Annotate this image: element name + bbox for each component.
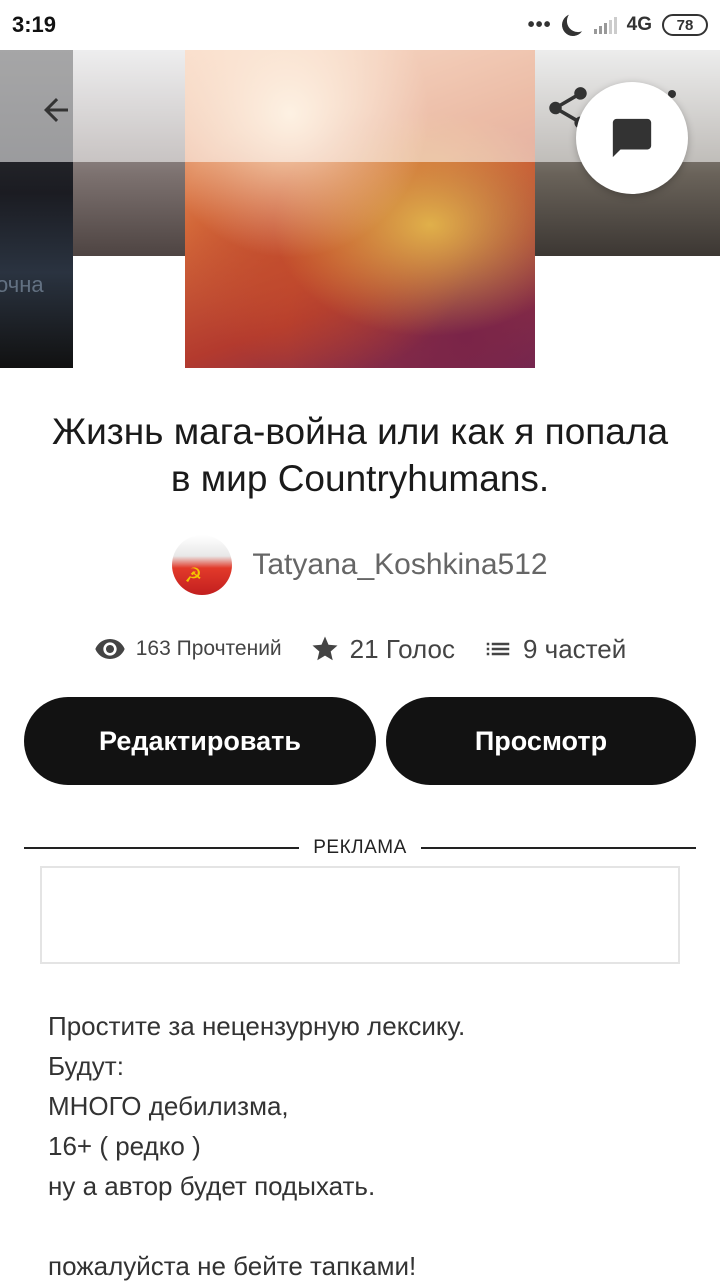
ad-divider: РЕКЛАМА bbox=[24, 834, 696, 862]
notification-dots-icon: ••• bbox=[527, 13, 552, 36]
description-line: пожалуйста не бейте тапками! bbox=[48, 1251, 417, 1281]
story-title: Жизнь мага-война или как я попала в мир … bbox=[51, 411, 669, 499]
description-line: Будут: bbox=[48, 1051, 124, 1081]
parts-stat: 9 частей bbox=[483, 634, 626, 665]
arrow-back-icon bbox=[44, 98, 68, 122]
comments-fab-button[interactable] bbox=[576, 82, 688, 194]
story-description: Простите за нецензурную лексику. Будут: … bbox=[48, 1006, 688, 1286]
eye-icon bbox=[95, 639, 125, 659]
description-line bbox=[48, 1206, 688, 1246]
description-line: Простите за нецензурную лексику. bbox=[48, 1011, 466, 1041]
votes-count: 21 Голос bbox=[349, 633, 455, 664]
divider-line bbox=[420, 847, 696, 849]
ad-label: РЕКЛАМА bbox=[313, 837, 407, 858]
edit-button[interactable]: Редактировать bbox=[24, 697, 376, 785]
signal-icon bbox=[593, 16, 617, 34]
description-line: 16+ ( редко ) bbox=[48, 1131, 201, 1161]
author-row[interactable]: ☭ Tatyana_Koshkina512 bbox=[0, 534, 720, 596]
status-bar: 3:19 ••• 4G 78 bbox=[0, 0, 720, 50]
author-avatar[interactable]: ☭ bbox=[172, 535, 233, 595]
reads-stat: 163 Прочтений bbox=[94, 633, 282, 665]
votes-stat: 21 Голос bbox=[310, 634, 455, 665]
battery-icon: 78 bbox=[662, 14, 708, 36]
back-button[interactable] bbox=[30, 84, 82, 136]
do-not-disturb-icon bbox=[559, 11, 587, 39]
preview-button[interactable]: Просмотр bbox=[386, 697, 696, 785]
network-type: 4G bbox=[626, 14, 652, 35]
author-name[interactable]: Tatyana_Koshkina512 bbox=[252, 548, 547, 582]
list-icon bbox=[486, 642, 510, 656]
hammer-sickle-icon: ☭ bbox=[184, 565, 203, 587]
description-line: МНОГО дебилизма, bbox=[48, 1091, 289, 1121]
status-time: 3:19 bbox=[12, 12, 57, 37]
chat-bubble-icon bbox=[612, 118, 652, 158]
parts-count: 9 частей bbox=[522, 633, 627, 664]
story-stats: 163 Прочтений 21 Голос 9 частей bbox=[0, 628, 720, 670]
reads-count: 163 Прочтений bbox=[135, 637, 282, 660]
action-buttons: Редактировать Просмотр bbox=[24, 697, 696, 785]
ad-banner[interactable] bbox=[40, 866, 680, 964]
previous-cover-text: очна bbox=[0, 272, 44, 297]
star-icon bbox=[312, 636, 338, 661]
description-line: ну а автор будет подыхать. bbox=[48, 1171, 376, 1201]
status-icons: ••• 4G 78 bbox=[528, 14, 708, 37]
divider-line bbox=[24, 847, 300, 849]
